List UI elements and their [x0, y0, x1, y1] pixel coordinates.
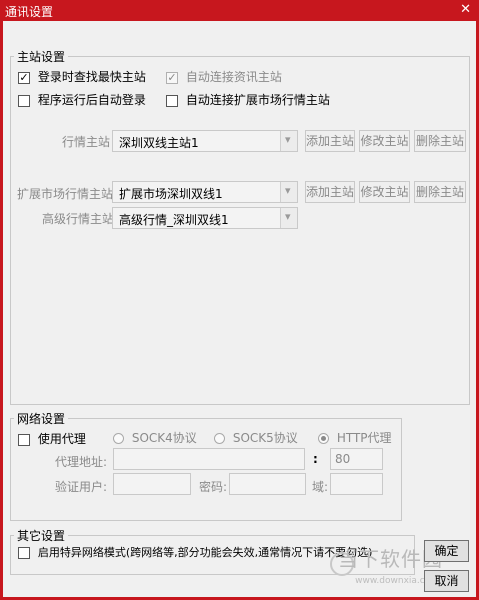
sock5-label: SOCK5协议 — [232, 431, 298, 445]
password-label: 密码: — [199, 480, 228, 494]
cancel-button[interactable]: 取消 — [424, 570, 469, 592]
auth-user-label: 验证用户: — [55, 480, 108, 494]
chevron-down-icon[interactable] — [280, 182, 297, 202]
advanced-quote-station-value: 高级行情_深圳双线1 — [119, 213, 229, 227]
sock4-option: SOCK4协议 — [113, 429, 197, 446]
main-station-group-label: 主站设置 — [14, 48, 69, 65]
use-proxy-checkbox[interactable] — [18, 433, 30, 446]
sock4-radio — [113, 433, 124, 444]
quote-station-value: 深圳双线主站1 — [119, 136, 199, 150]
chevron-down-icon — [280, 131, 297, 151]
proxy-address-input — [113, 448, 305, 470]
domain-label: 域: — [312, 480, 329, 494]
advanced-quote-station-select[interactable]: 高级行情_深圳双线1 — [112, 207, 298, 229]
sock5-radio — [214, 433, 225, 444]
proxy-port-value: 80 — [335, 452, 351, 466]
auto-connect-info-label: 自动连接资讯主站 — [185, 70, 282, 84]
auto-login-checkbox[interactable] — [18, 94, 30, 107]
auto-login-option[interactable]: 程序运行后自动登录 — [18, 91, 146, 108]
password-input — [229, 473, 306, 495]
quote-add-station-button: 添加主站 — [305, 130, 355, 152]
network-group-label: 网络设置 — [14, 410, 69, 427]
auto-connect-info-option: 自动连接资讯主站 — [166, 68, 282, 85]
find-fastest-station-checkbox[interactable] — [18, 71, 30, 84]
title-bar: 通讯设置 ✕ — [0, 0, 479, 21]
special-network-mode-checkbox[interactable] — [18, 546, 30, 559]
proxy-address-label: 代理地址: — [55, 455, 108, 469]
ext-edit-station-button[interactable]: 修改主站 — [359, 181, 410, 203]
auth-user-input — [113, 473, 191, 495]
sock5-option: SOCK5协议 — [214, 429, 298, 446]
quote-edit-station-button: 修改主站 — [359, 130, 410, 152]
domain-input — [330, 473, 383, 495]
special-network-mode-option[interactable]: 启用特异网络模式(跨网络等,部分功能会失效,通常情况下请不要勾选) — [18, 544, 372, 560]
http-proxy-option: HTTP代理 — [318, 429, 392, 446]
ext-market-station-label: 扩展市场行情主站 — [17, 187, 114, 201]
main-station-group — [10, 56, 470, 405]
auto-connect-ext-checkbox[interactable] — [166, 94, 178, 107]
advanced-quote-station-label: 高级行情主站 — [42, 212, 115, 226]
quote-station-select: 深圳双线主站1 — [112, 130, 298, 152]
find-fastest-station-option[interactable]: 登录时查找最快主站 — [18, 68, 146, 85]
special-network-mode-label: 启用特异网络模式(跨网络等,部分功能会失效,通常情况下请不要勾选) — [37, 546, 373, 559]
window-border-left — [0, 21, 3, 600]
chevron-down-icon[interactable] — [280, 208, 297, 228]
window-title: 通讯设置 — [5, 5, 54, 19]
quote-delete-station-button: 删除主站 — [414, 130, 466, 152]
close-icon[interactable]: ✕ — [460, 2, 471, 17]
proxy-port-input: 80 — [330, 448, 383, 470]
ext-market-station-value: 扩展市场深圳双线1 — [119, 187, 223, 201]
other-settings-group-label: 其它设置 — [14, 527, 69, 544]
http-proxy-radio — [318, 433, 329, 444]
port-separator: : — [313, 452, 318, 466]
http-proxy-label: HTTP代理 — [336, 431, 392, 445]
use-proxy-label: 使用代理 — [37, 432, 86, 446]
ok-button[interactable]: 确定 — [424, 540, 469, 562]
auto-connect-info-checkbox — [166, 71, 178, 84]
sock4-label: SOCK4协议 — [131, 431, 197, 445]
auto-login-label: 程序运行后自动登录 — [37, 93, 146, 107]
auto-connect-ext-label: 自动连接扩展市场行情主站 — [185, 93, 330, 107]
ext-delete-station-button[interactable]: 删除主站 — [414, 181, 466, 203]
auto-connect-ext-option[interactable]: 自动连接扩展市场行情主站 — [166, 91, 330, 108]
quote-station-label: 行情主站 — [62, 135, 111, 149]
find-fastest-station-label: 登录时查找最快主站 — [37, 70, 146, 84]
ext-market-station-select[interactable]: 扩展市场深圳双线1 — [112, 181, 298, 203]
ext-add-station-button[interactable]: 添加主站 — [305, 181, 355, 203]
use-proxy-option[interactable]: 使用代理 — [18, 430, 86, 447]
